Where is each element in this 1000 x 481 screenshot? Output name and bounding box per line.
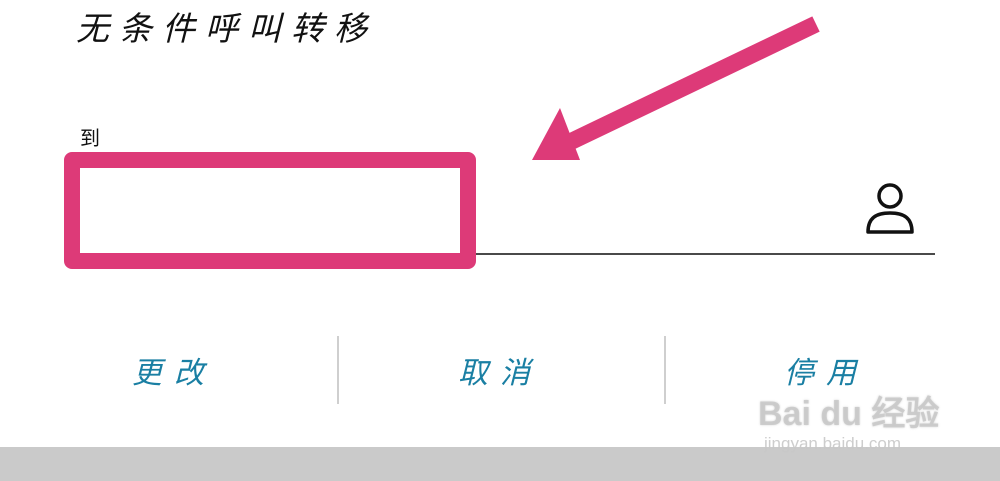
contact-picker-button[interactable] xyxy=(862,180,918,240)
bottom-bar xyxy=(0,447,1000,481)
forward-number-input[interactable] xyxy=(84,168,454,250)
person-icon xyxy=(866,183,914,234)
forward-to-label: 到 xyxy=(80,126,100,150)
call-forwarding-dialog: 无条件呼叫转移 到 更改 取消 停用 Bai du 经验 jingyan.bai… xyxy=(0,0,1000,481)
input-underline xyxy=(66,253,935,255)
dialog-title: 无条件呼叫转移 xyxy=(76,9,377,48)
disable-button[interactable]: 停用 xyxy=(666,336,986,404)
cancel-button[interactable]: 取消 xyxy=(340,336,660,404)
action-divider xyxy=(337,336,339,404)
change-button[interactable]: 更改 xyxy=(14,336,334,404)
action-bar: 更改 取消 停用 xyxy=(0,336,1000,404)
